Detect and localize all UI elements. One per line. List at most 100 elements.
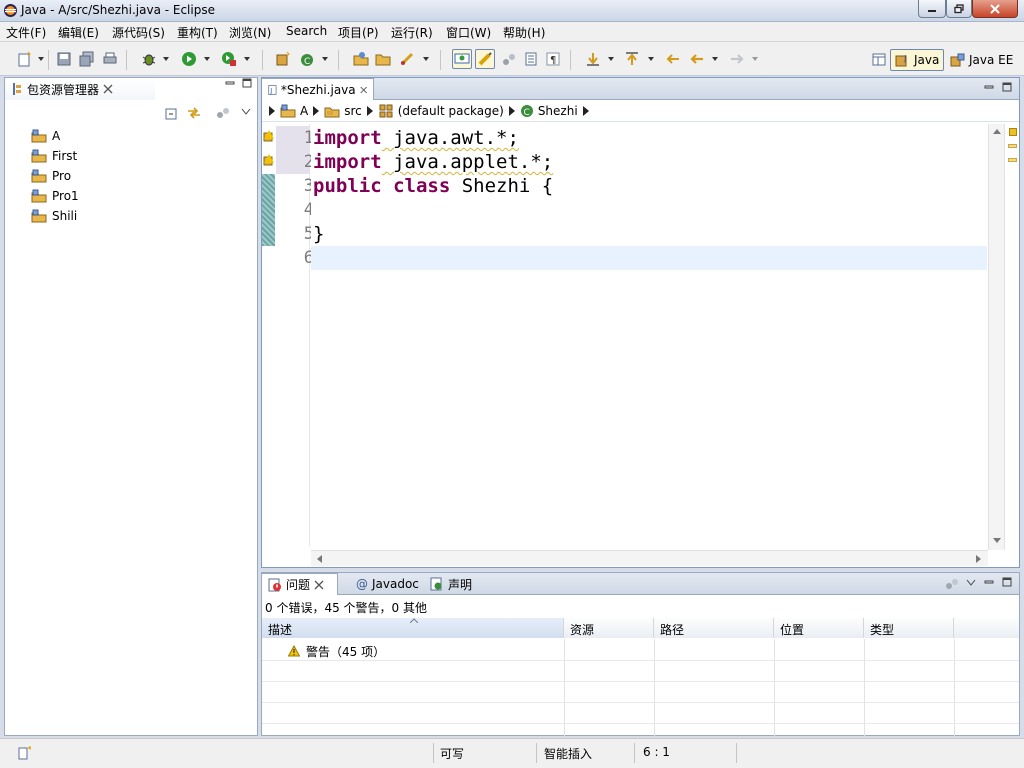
maximize-view-icon[interactable]	[1002, 82, 1012, 92]
tab-problems[interactable]: 问题	[262, 573, 338, 595]
keyword: class	[393, 175, 451, 197]
external-tools-icon[interactable]	[220, 50, 238, 68]
column-header-path[interactable]: 路径	[654, 618, 774, 638]
menu-help[interactable]: 帮助(H)	[503, 24, 545, 41]
eclipse-logo-icon	[3, 3, 18, 18]
show-whitespace-icon[interactable]: ¶	[544, 50, 562, 68]
tab-javadoc[interactable]: @ Javadoc	[350, 573, 425, 595]
tree-item-project-first[interactable]: First	[31, 147, 77, 165]
open-type-icon[interactable]	[352, 50, 370, 68]
previous-annotation-dropdown-arrow[interactable]	[648, 57, 654, 61]
menu-file[interactable]: 文件(F)	[6, 24, 46, 41]
minimize-view-icon[interactable]	[984, 577, 994, 587]
horizontal-scrollbar[interactable]	[311, 550, 988, 566]
menu-refactor[interactable]: 重构(T)	[177, 24, 218, 41]
print-icon[interactable]	[101, 50, 119, 68]
javaee-perspective-button[interactable]: Java EE	[946, 49, 1017, 71]
menu-search[interactable]: Search	[286, 24, 327, 38]
tree-item-project-shili[interactable]: Shili	[31, 207, 77, 225]
collapse-all-icon[interactable]	[165, 106, 179, 120]
menu-navigate[interactable]: 浏览(N)	[229, 24, 271, 41]
maximize-button[interactable]	[946, 0, 972, 18]
back-icon[interactable]	[688, 50, 706, 68]
focus-on-active-task-icon[interactable]	[944, 577, 960, 591]
status-bar: 可写 智能插入 6 : 1	[0, 738, 1024, 768]
overview-ruler[interactable]	[1004, 124, 1019, 550]
new-class-dropdown-arrow[interactable]	[322, 57, 328, 61]
column-header-resource[interactable]: 资源	[564, 618, 654, 638]
link-with-editor-icon[interactable]	[186, 106, 202, 120]
run-dropdown-arrow[interactable]	[204, 57, 210, 61]
view-menu-icon[interactable]	[241, 108, 251, 116]
toggle-mark-occurrences-icon[interactable]	[475, 49, 495, 69]
minimize-view-icon[interactable]	[984, 82, 994, 92]
menu-project[interactable]: 项目(P)	[338, 24, 379, 41]
debug-dropdown-arrow[interactable]	[163, 57, 169, 61]
breadcrumb-project[interactable]: A	[300, 104, 308, 118]
close-tab-icon[interactable]	[314, 580, 324, 590]
java-perspective-icon: J	[895, 54, 907, 67]
status-writable: 可写	[440, 747, 465, 761]
menu-window[interactable]: 窗口(W)	[446, 24, 491, 41]
current-line-highlight	[311, 246, 987, 270]
tree-item-project-a[interactable]: A	[31, 127, 60, 145]
show-source-only-icon[interactable]	[522, 50, 540, 68]
tree-item-project-pro[interactable]: Pro	[31, 167, 71, 185]
java-perspective-label: Java	[914, 53, 940, 67]
column-header-location[interactable]: 位置	[774, 618, 864, 638]
minimize-button[interactable]	[918, 0, 946, 18]
new-dropdown-arrow[interactable]	[38, 57, 44, 61]
menu-run[interactable]: 运行(R)	[391, 24, 433, 41]
java-perspective-button[interactable]: J Java	[890, 49, 945, 71]
code-editor[interactable]: import java.awt.*; import java.applet.*;…	[311, 124, 987, 546]
close-button[interactable]	[972, 0, 1018, 18]
menu-source[interactable]: 源代码(S)	[112, 24, 165, 41]
tab-package-explorer[interactable]: 包资源管理器	[5, 78, 155, 100]
open-task-icon[interactable]	[398, 50, 416, 68]
open-perspective-icon[interactable]	[870, 50, 888, 68]
maximize-view-icon[interactable]	[242, 78, 252, 88]
open-task-dropdown-arrow[interactable]	[423, 57, 429, 61]
debug-icon[interactable]	[140, 50, 158, 68]
breadcrumb-class[interactable]: Shezhi	[538, 104, 578, 118]
warning-overview-marker[interactable]	[1008, 144, 1017, 148]
previous-annotation-icon[interactable]	[623, 50, 641, 68]
minimize-view-icon[interactable]	[225, 78, 235, 88]
toggle-breadcrumb-icon[interactable]	[452, 49, 472, 69]
external-tools-dropdown-arrow[interactable]	[244, 57, 250, 61]
warning-overview-marker[interactable]	[1008, 158, 1017, 162]
new-icon[interactable]	[16, 50, 34, 68]
declaration-tab-label: 声明	[448, 577, 473, 592]
new-java-class-icon[interactable]: C	[298, 50, 316, 68]
back-dropdown-arrow[interactable]	[712, 57, 718, 61]
view-menu-icon[interactable]	[966, 579, 976, 587]
breadcrumb: A src (default package) C Shezhi	[262, 100, 1019, 122]
tab-declaration[interactable]: 声明	[424, 573, 478, 595]
tab-shezhi-java[interactable]: J *Shezhi.java	[262, 78, 374, 100]
menu-edit[interactable]: 编辑(E)	[58, 24, 99, 41]
toggle-block-selection-icon[interactable]	[500, 50, 518, 68]
next-annotation-dropdown-arrow[interactable]	[608, 57, 614, 61]
focus-on-active-task-icon[interactable]	[215, 106, 231, 120]
maximize-view-icon[interactable]	[1002, 577, 1012, 587]
forward-dropdown-arrow[interactable]	[752, 57, 758, 61]
breadcrumb-src[interactable]: src	[344, 104, 362, 118]
table-row[interactable]: 警告（45 项）	[288, 642, 385, 660]
open-folder-icon[interactable]	[374, 50, 392, 68]
save-all-icon[interactable]	[78, 50, 96, 68]
run-icon[interactable]	[180, 50, 198, 68]
next-annotation-icon[interactable]	[584, 50, 602, 68]
new-java-package-icon[interactable]	[274, 50, 292, 68]
last-edit-location-icon[interactable]	[664, 50, 682, 68]
forward-icon[interactable]	[728, 50, 746, 68]
breadcrumb-package[interactable]: (default package)	[398, 104, 504, 118]
column-header-type[interactable]: 类型	[864, 618, 954, 638]
fast-view-icon[interactable]	[18, 745, 34, 761]
close-tab-icon[interactable]	[360, 85, 367, 95]
save-icon[interactable]	[55, 50, 73, 68]
vertical-scrollbar[interactable]	[988, 124, 1004, 550]
close-tab-icon[interactable]	[103, 84, 113, 94]
tree-item-project-pro1[interactable]: Pro1	[31, 187, 79, 205]
scroll-left-icon	[317, 555, 322, 563]
warning-summary-marker[interactable]	[1009, 128, 1017, 136]
